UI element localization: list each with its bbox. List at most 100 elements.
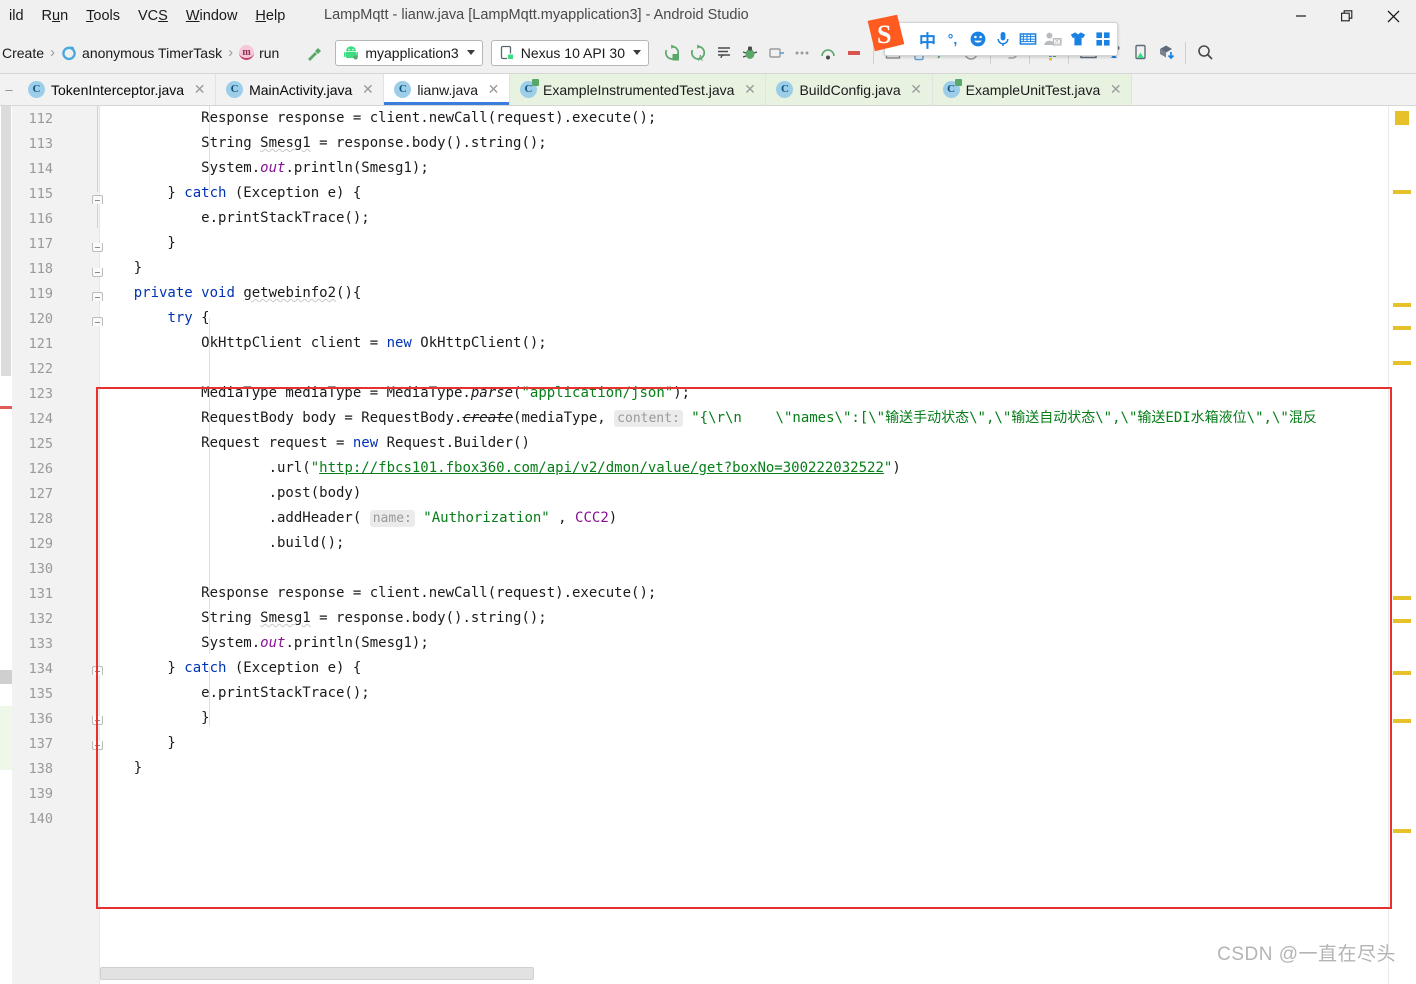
- code-line[interactable]: }: [100, 256, 142, 281]
- code-line[interactable]: e.printStackTrace();: [100, 681, 370, 706]
- warning-marker[interactable]: [1393, 719, 1411, 723]
- code-line[interactable]: }: [100, 731, 175, 756]
- tab-close-icon[interactable]: ✕: [910, 81, 923, 98]
- step-button[interactable]: [815, 40, 841, 66]
- emoji-icon[interactable]: [965, 26, 990, 52]
- menu-run[interactable]: Run: [33, 4, 78, 28]
- skin-icon[interactable]: [1065, 26, 1090, 52]
- editor-tab-bar: – C TokenInterceptor.java ✕ C MainActivi…: [0, 74, 1416, 106]
- download-sdk-icon: [1159, 45, 1174, 60]
- menu-vcs[interactable]: VCS: [129, 4, 177, 28]
- tab-close-icon[interactable]: ✕: [1109, 81, 1122, 98]
- warning-marker[interactable]: [1393, 190, 1411, 194]
- code-line[interactable]: }: [100, 231, 175, 256]
- code-line[interactable]: .build();: [100, 531, 345, 556]
- menu-tools[interactable]: Tools: [77, 4, 129, 28]
- code-line[interactable]: RequestBody body = RequestBody.create(me…: [100, 406, 1317, 431]
- breadcrumb-run-method[interactable]: m run: [237, 43, 281, 63]
- tab-scroll-left[interactable]: –: [0, 74, 18, 105]
- download-sdk-button[interactable]: [1153, 40, 1179, 66]
- breadcrumb-create-label: Create: [2, 44, 45, 61]
- breadcrumb: Create › anonymous TimerTask › m run: [0, 43, 281, 63]
- breadcrumb-anonymous-timertask[interactable]: anonymous TimerTask: [59, 43, 224, 63]
- code-line[interactable]: .post(body): [100, 481, 362, 506]
- user-2d-icon[interactable]: 2D: [1040, 26, 1065, 52]
- rerun-button[interactable]: [659, 40, 685, 66]
- run-configuration-selector[interactable]: myapplication3: [335, 39, 483, 66]
- editor-area[interactable]: 112 113 114 115 116 117 118 119 120 121 122 123 124 1…: [0, 106, 1416, 984]
- warning-marker[interactable]: [1393, 326, 1411, 330]
- error-stripe-marker-bar[interactable]: [1388, 106, 1416, 984]
- line-number: 117: [28, 236, 53, 252]
- code-line[interactable]: } catch (Exception e) {: [100, 656, 361, 681]
- tab-label: MainActivity.java: [249, 81, 353, 98]
- warning-marker[interactable]: [1393, 303, 1411, 307]
- code-line[interactable]: } catch (Exception e) {: [100, 181, 361, 206]
- tab-buildconfig[interactable]: C BuildConfig.java ✕: [766, 74, 933, 105]
- tab-exampleinstrumentedtest[interactable]: C ExampleInstrumentedTest.java ✕: [510, 74, 767, 105]
- device-manager-button[interactable]: [1127, 40, 1153, 66]
- editor-gutter[interactable]: 112 113 114 115 116 117 118 119 120 121 122 123 124 1…: [12, 106, 103, 984]
- toolbox-icon[interactable]: [1090, 26, 1115, 52]
- tab-close-icon[interactable]: ✕: [361, 81, 374, 98]
- code-line[interactable]: try {: [100, 306, 209, 331]
- code-line[interactable]: .addHeader( name: "Authorization" , CCC2…: [100, 506, 617, 531]
- console-button[interactable]: [711, 40, 737, 66]
- code-line[interactable]: String Smesg1 = response.body().string()…: [100, 606, 547, 631]
- tab-exampleunittest[interactable]: C ExampleUnitTest.java ✕: [932, 74, 1133, 105]
- tab-close-icon[interactable]: ✕: [743, 81, 756, 98]
- csdn-watermark: CSDN @一直在尽头: [1217, 944, 1396, 965]
- breadcrumb-create[interactable]: Create: [0, 43, 46, 63]
- line-number: 118: [28, 261, 53, 277]
- menu-window[interactable]: Window: [177, 4, 247, 28]
- sogou-ime-toolbar[interactable]: S 中 °, 2D: [867, 14, 1118, 56]
- warning-marker[interactable]: [1393, 619, 1411, 623]
- left-scrollbar-thumb[interactable]: [1, 106, 11, 376]
- soft-keyboard-icon[interactable]: [1015, 26, 1040, 52]
- device-selector[interactable]: Nexus 10 API 30: [490, 39, 650, 66]
- voice-input-icon[interactable]: [990, 26, 1015, 52]
- tab-close-icon[interactable]: ✕: [193, 81, 206, 98]
- code-line[interactable]: String Smesg1 = response.body().string()…: [100, 131, 547, 156]
- code-line[interactable]: .url("http://fbcs101.fbox360.com/api/v2/…: [100, 456, 901, 481]
- code-line[interactable]: Response response = client.newCall(reque…: [100, 106, 656, 131]
- code-content[interactable]: Response response = client.newCall(reque…: [100, 106, 1388, 984]
- code-line[interactable]: System.out.println(Smesg1);: [100, 631, 429, 656]
- horizontal-scrollbar[interactable]: [100, 967, 534, 980]
- tab-lianw[interactable]: C lianw.java ✕: [384, 74, 511, 105]
- code-line[interactable]: System.out.println(Smesg1);: [100, 156, 429, 181]
- tab-close-icon[interactable]: ✕: [487, 81, 500, 98]
- attach-debugger-button[interactable]: [763, 40, 789, 66]
- warning-marker[interactable]: [1393, 671, 1411, 675]
- close-button[interactable]: [1370, 0, 1416, 32]
- code-line[interactable]: Request request = new Request.Builder(): [100, 431, 530, 456]
- search-everywhere-button[interactable]: [1192, 40, 1218, 66]
- code-line[interactable]: Response response = client.newCall(reque…: [100, 581, 656, 606]
- restore-button[interactable]: [1324, 0, 1370, 32]
- tab-tokeninterceptor[interactable]: C TokenInterceptor.java ✕: [18, 74, 217, 105]
- menu-help[interactable]: Help: [246, 4, 294, 28]
- line-number: 126: [28, 461, 53, 477]
- tab-mainactivity[interactable]: C MainActivity.java ✕: [216, 74, 385, 105]
- code-line[interactable]: }: [100, 706, 209, 731]
- debug-button[interactable]: [737, 40, 763, 66]
- rerun-auto-button[interactable]: A: [685, 40, 711, 66]
- tab-label: TokenInterceptor.java: [51, 81, 185, 98]
- warning-marker[interactable]: [1393, 361, 1411, 365]
- breadcrumb-separator-2: ›: [228, 44, 234, 61]
- punctuation-mode-icon[interactable]: °,: [940, 26, 965, 52]
- code-line[interactable]: MediaType mediaType = MediaType.parse("a…: [100, 381, 690, 406]
- code-line[interactable]: private void getwebinfo2(){: [100, 281, 362, 306]
- code-line[interactable]: e.printStackTrace();: [100, 206, 370, 231]
- code-line[interactable]: }: [100, 756, 142, 781]
- warning-marker[interactable]: [1393, 596, 1411, 600]
- warning-marker[interactable]: [1393, 829, 1411, 833]
- code-line[interactable]: OkHttpClient client = new OkHttpClient()…: [100, 331, 547, 356]
- minimize-button[interactable]: [1278, 0, 1324, 32]
- menu-build[interactable]: ild: [0, 4, 33, 28]
- more-run-button[interactable]: [789, 40, 815, 66]
- language-mode-icon[interactable]: 中: [915, 26, 940, 52]
- warning-marker[interactable]: [1395, 111, 1409, 125]
- sogou-logo-icon[interactable]: S: [863, 10, 913, 58]
- make-project-button[interactable]: [301, 40, 327, 66]
